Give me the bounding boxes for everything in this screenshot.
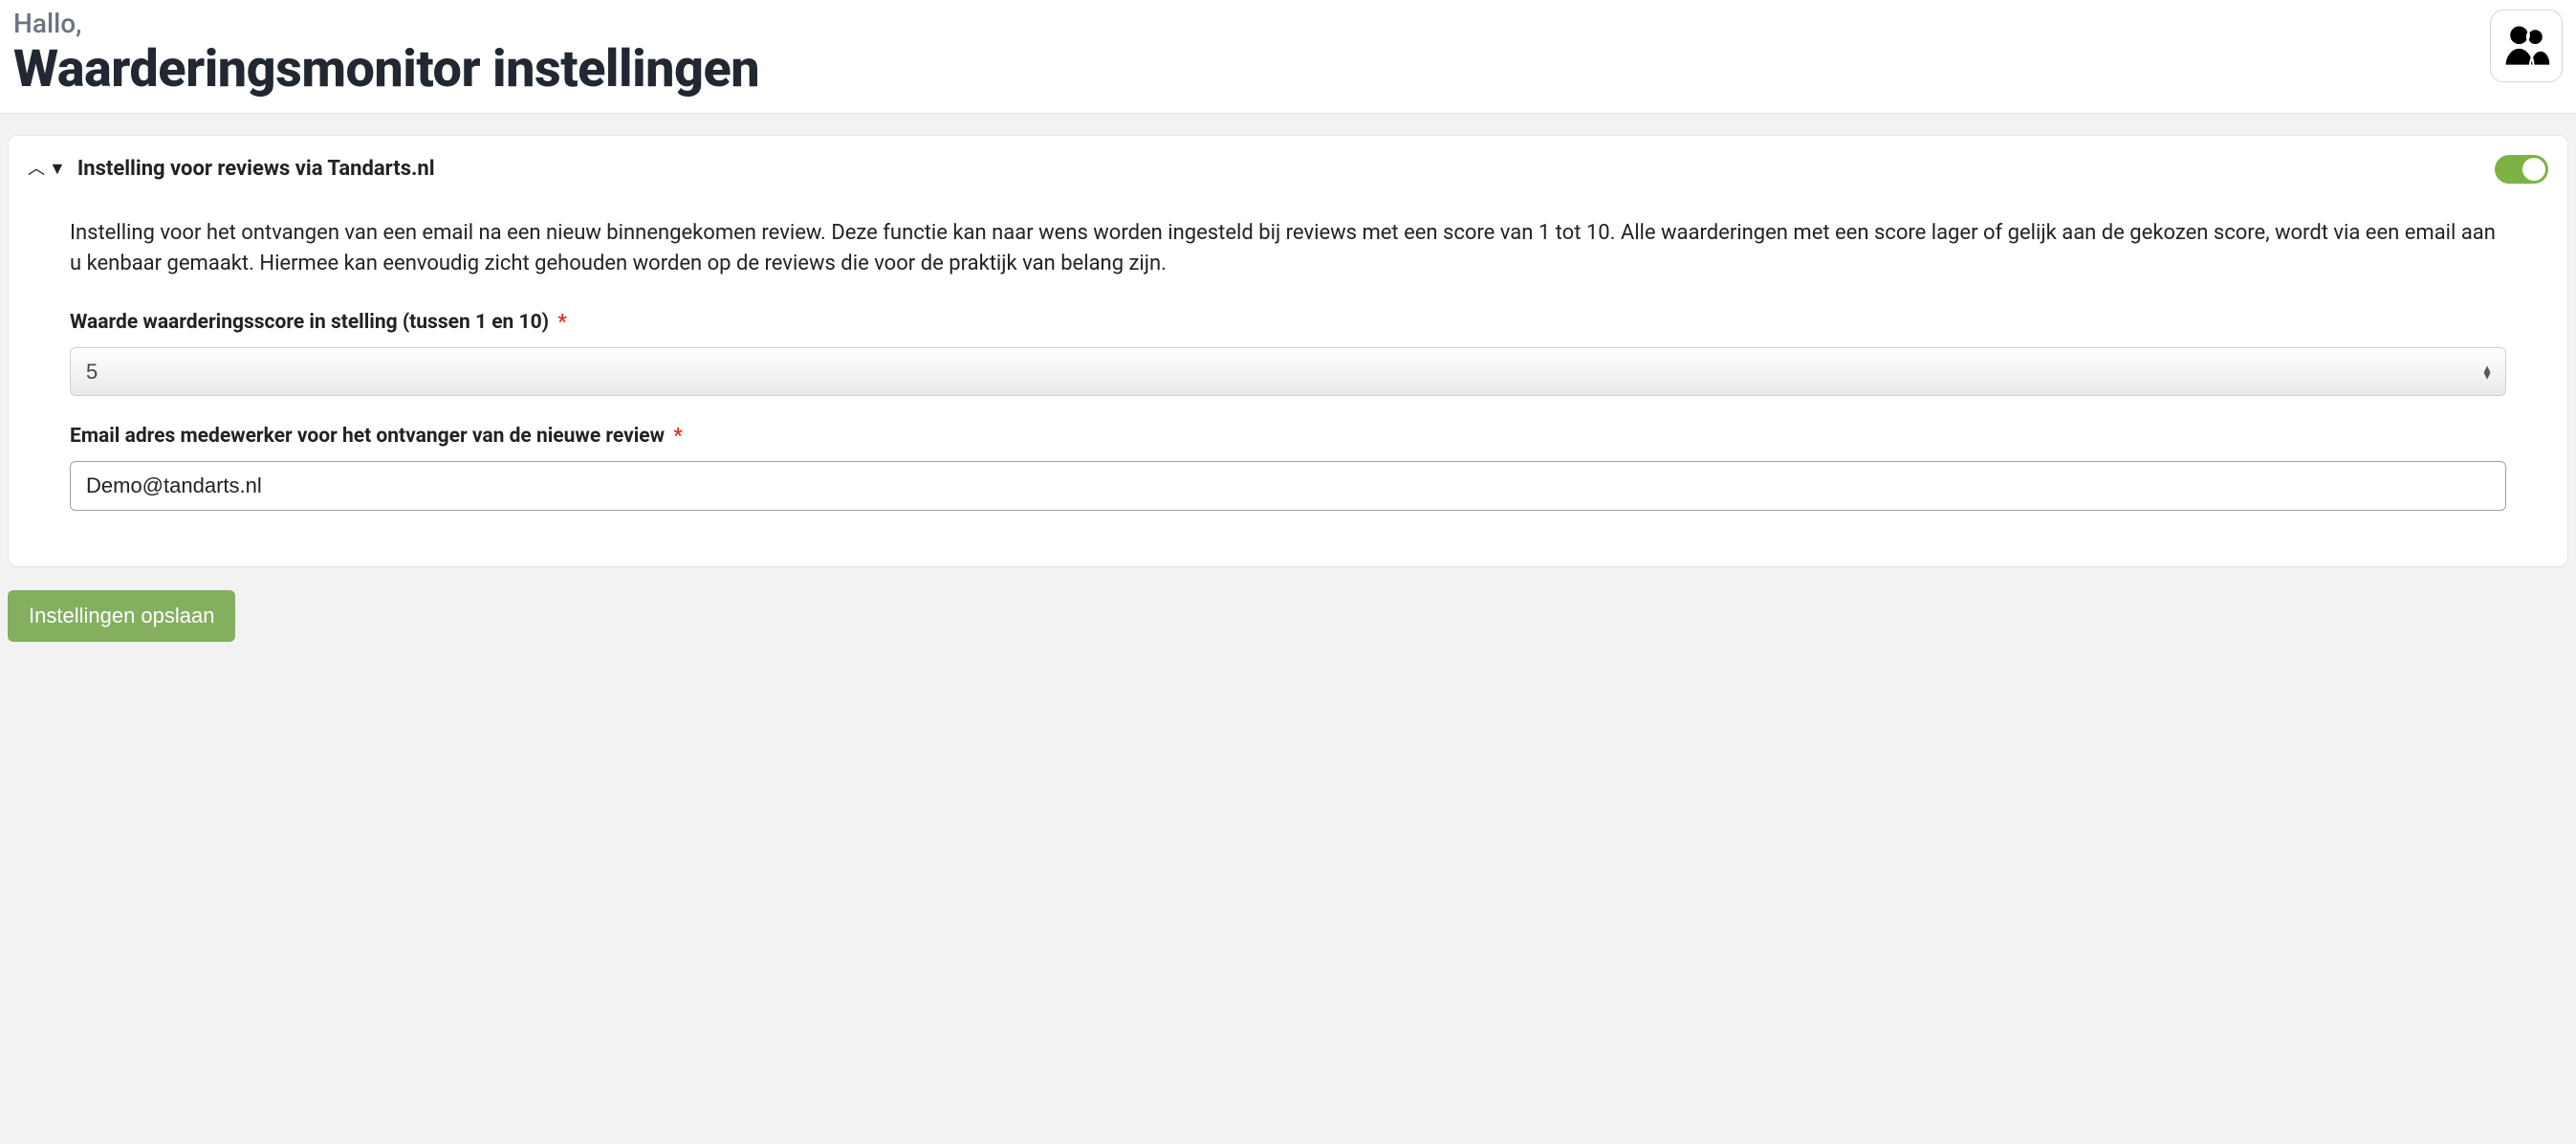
reorder-controls: ︿ ▼ [28,161,66,178]
card-header: ︿ ▼ Instelling voor reviews via Tandarts… [28,155,2548,184]
people-icon [2498,17,2555,75]
email-input[interactable] [70,461,2506,511]
header-text: Hallo, Waarderingsmonitor instellingen [13,6,759,99]
email-label: Email adres medewerker voor het ontvange… [70,425,2506,448]
email-label-text: Email adres medewerker voor het ontvange… [70,425,665,448]
chevron-up-icon[interactable]: ︿ [28,161,45,178]
score-field: Waarde waarderingsscore in stelling (tus… [70,311,2506,396]
user-menu-button[interactable] [2490,10,2563,82]
section-title: Instelling voor reviews via Tandarts.nl [77,157,435,181]
required-marker: * [673,425,683,448]
header-bar: Hallo, Waarderingsmonitor instellingen [0,0,2576,114]
card-body: Instelling voor het ontvangen van een em… [28,184,2548,512]
required-marker: * [557,311,567,334]
score-label: Waarde waarderingsscore in stelling (tus… [70,311,2506,334]
score-select[interactable]: 5 [70,347,2506,396]
section-description: Instelling voor het ontvangen van een em… [70,218,2506,279]
toggle-knob [2522,158,2545,181]
section-enable-toggle[interactable] [2495,155,2548,184]
chevron-down-icon[interactable]: ▼ [49,161,66,178]
settings-card: ︿ ▼ Instelling voor reviews via Tandarts… [8,135,2568,568]
page-title: Waarderingsmonitor instellingen [13,40,759,99]
email-field: Email adres medewerker voor het ontvange… [70,425,2506,511]
save-button[interactable]: Instellingen opslaan [8,590,235,642]
score-label-text: Waarde waarderingsscore in stelling (tus… [70,311,549,334]
score-select-wrap: 5 ▲▼ [70,347,2506,396]
card-header-left: ︿ ▼ Instelling voor reviews via Tandarts… [28,157,435,181]
content-area: ︿ ▼ Instelling voor reviews via Tandarts… [0,114,2576,670]
greeting-text: Hallo, [13,8,759,40]
